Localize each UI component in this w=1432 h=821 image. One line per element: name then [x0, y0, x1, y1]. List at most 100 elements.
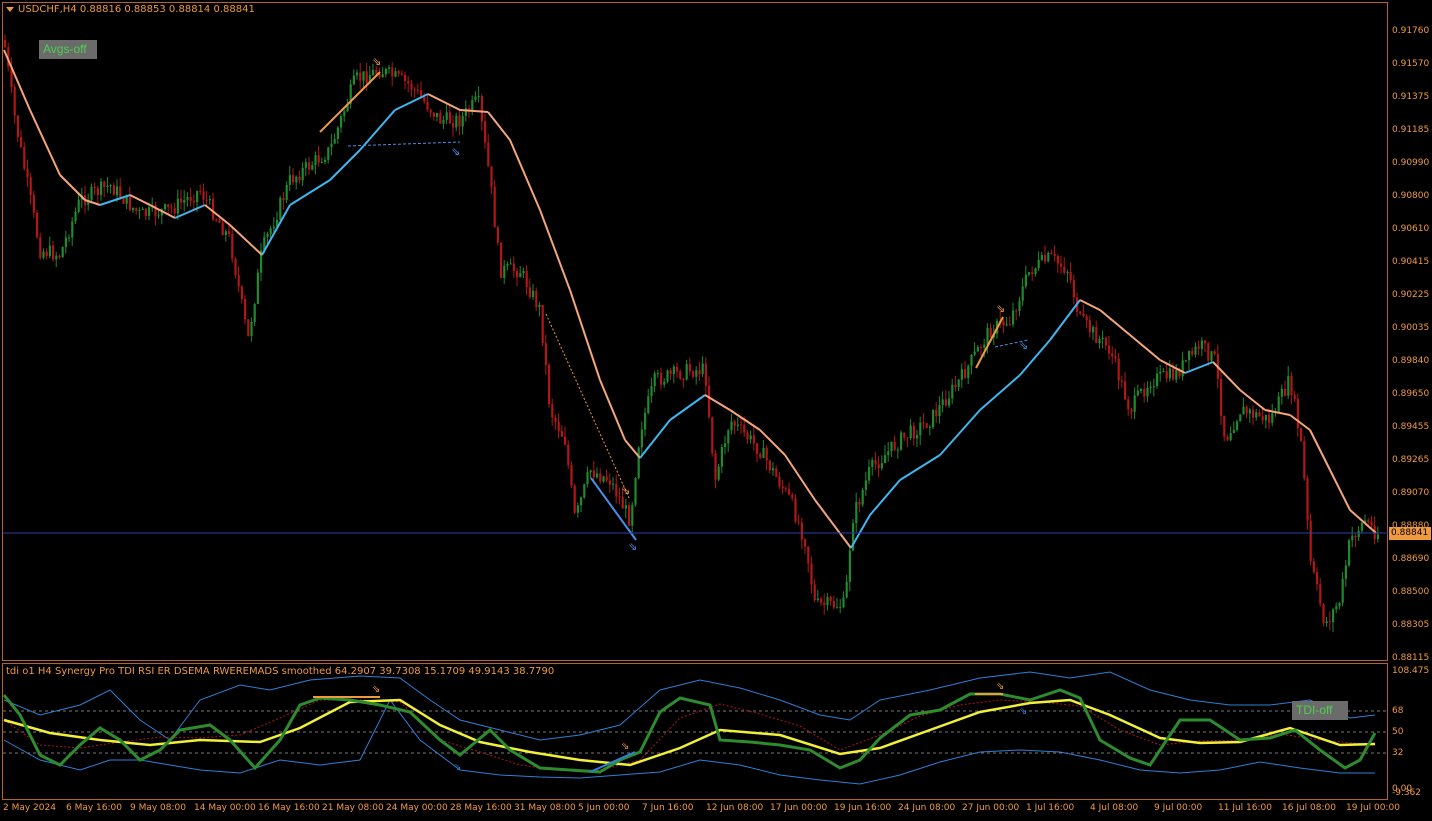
- price-axis-label: 0.88500: [1392, 587, 1430, 597]
- time-axis-label: 19 Jun 16:00: [834, 803, 892, 813]
- price-axis-label: 0.89455: [1392, 422, 1430, 432]
- current-price-label: 0.88841: [1389, 527, 1431, 540]
- candle-body: [912, 425, 915, 439]
- candle-body: [890, 441, 893, 452]
- candle-body: [621, 497, 624, 509]
- candle-body: [173, 208, 176, 214]
- time-axis-label: 19 Jul 00:00: [1346, 803, 1400, 813]
- candle-body: [333, 138, 336, 144]
- candle-body: [1165, 371, 1168, 379]
- candle-body: [1146, 387, 1149, 397]
- candle-body: [1197, 346, 1200, 349]
- chart-window[interactable]: ⇘ ⇘ ⇘ ⇘ ⇘ ⇘ ⇘ ⇘ ⇘ ⇘ ⇘ USDCHF,H4 0.88816 0.88853 0.…: [0, 0, 1432, 821]
- candle-body: [1037, 259, 1040, 269]
- candle-body: [61, 247, 64, 258]
- candle-body: [218, 219, 221, 223]
- candle-body: [103, 181, 106, 187]
- candle-body: [839, 607, 842, 609]
- candle-body: [132, 207, 135, 211]
- candle-body: [685, 364, 688, 380]
- candle-body: [896, 449, 899, 451]
- candle-body: [170, 207, 173, 209]
- candle-body: [343, 111, 346, 117]
- time-axis-label: 1 Jul 16:00: [1026, 803, 1075, 813]
- indicator-axis-label: -9.362: [1392, 788, 1422, 798]
- candle-body: [231, 234, 234, 259]
- candle-body: [362, 71, 365, 81]
- chart-title-text: USDCHF,H4 0.88816 0.88853 0.88814 0.8884…: [18, 4, 255, 15]
- candle-body: [564, 436, 567, 445]
- candle-body: [788, 488, 791, 495]
- candle-body: [1120, 380, 1123, 382]
- candle-body: [1162, 371, 1165, 373]
- arrow-marker-icon: ⇘: [1019, 339, 1028, 352]
- moving-average-line: [869, 479, 901, 516]
- candle-body: [1319, 584, 1322, 605]
- candle-body: [141, 208, 144, 211]
- candle-body: [605, 476, 608, 481]
- candle-body: [1127, 399, 1130, 410]
- candle-body: [1002, 321, 1005, 326]
- candle-body: [832, 600, 835, 608]
- price-axis-label: 0.88115: [1392, 653, 1430, 663]
- candle-body: [916, 435, 919, 439]
- moving-average-line: [459, 109, 489, 113]
- candle-body: [1181, 360, 1184, 377]
- candle-body: [1367, 520, 1370, 522]
- candle-body: [320, 161, 323, 163]
- candle-body: [1264, 414, 1267, 421]
- candle-body: [1213, 351, 1216, 354]
- candle-body: [509, 263, 512, 265]
- candle-body: [13, 87, 16, 116]
- candle-body: [253, 303, 256, 323]
- arrow-marker-icon: ⇘: [628, 540, 637, 553]
- candle-body: [1108, 345, 1111, 354]
- candle-body: [410, 83, 413, 90]
- candle-body: [183, 199, 186, 203]
- candle-body: [77, 199, 80, 212]
- candle-body: [282, 197, 285, 201]
- tdi-off-button[interactable]: TDI-off: [1292, 701, 1348, 720]
- candle-body: [1031, 272, 1034, 274]
- candle-body: [1258, 412, 1261, 417]
- indicator-axis-label: 32: [1392, 748, 1404, 758]
- candle-body: [624, 505, 627, 509]
- candle-body: [1172, 368, 1175, 380]
- dropdown-triangle-icon[interactable]: [6, 6, 14, 12]
- moving-average-line: [487, 111, 511, 141]
- candle-body: [906, 437, 909, 439]
- candle-body: [116, 186, 119, 196]
- candle-body: [52, 245, 55, 260]
- candle-body: [893, 441, 896, 450]
- candle-body: [112, 185, 115, 196]
- candle-body: [1242, 406, 1245, 415]
- candle-body: [884, 455, 887, 464]
- moving-average-line: [1309, 429, 1331, 471]
- candle-body: [452, 123, 455, 128]
- candle-body: [100, 181, 103, 195]
- candle-body: [1191, 350, 1194, 355]
- avgs-off-button[interactable]: Avgs-off: [39, 40, 97, 59]
- candle-body: [730, 421, 733, 431]
- moving-average-line: [29, 109, 61, 176]
- candle-body: [650, 386, 653, 397]
- candle-body: [221, 222, 224, 236]
- candle-body: [628, 505, 631, 526]
- candle-body: [820, 598, 823, 603]
- candle-body: [1351, 535, 1354, 541]
- indicator-upper-band: [3, 671, 1376, 741]
- candle-body: [442, 119, 445, 124]
- candle-body: [16, 115, 19, 138]
- candle-body: [1012, 310, 1015, 325]
- candle-body: [656, 373, 659, 375]
- candle-body: [1316, 572, 1319, 585]
- candle-body: [400, 73, 403, 75]
- time-axis-label: 12 Jun 08:00: [706, 803, 764, 813]
- moving-average-line: [669, 394, 706, 421]
- candle-body: [525, 270, 528, 288]
- candle-body: [871, 460, 874, 468]
- candle-body: [180, 198, 183, 203]
- candle-body: [925, 423, 928, 428]
- candle-body: [1175, 369, 1178, 380]
- candle-body: [676, 366, 679, 372]
